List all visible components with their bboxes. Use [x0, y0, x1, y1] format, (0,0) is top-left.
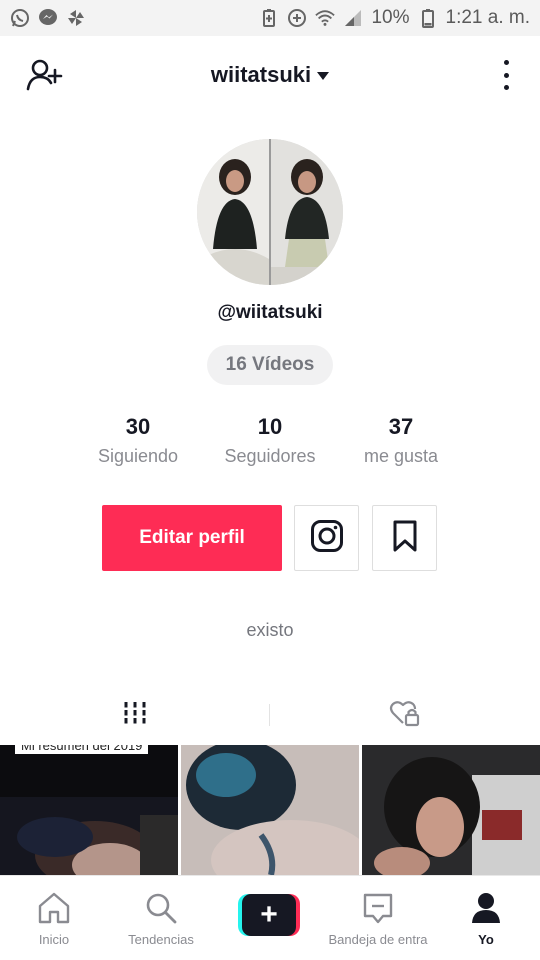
search-icon — [143, 890, 179, 926]
nav-home-label: Inicio — [38, 932, 70, 947]
stat-followers-label: Seguidores — [224, 446, 316, 466]
favorites-button[interactable] — [372, 505, 437, 571]
stat-followers[interactable]: 10 Seguidores — [195, 412, 345, 467]
add-user-icon[interactable] — [26, 58, 64, 92]
profile-header: wiitatsuki — [0, 36, 540, 114]
nav-create[interactable]: + — [236, 876, 302, 960]
data-saver-icon — [287, 8, 307, 28]
profile-stats: 30 Siguiendo 10 Seguidores 37 me gusta — [0, 412, 540, 476]
chevron-down-icon — [317, 72, 330, 80]
nav-inbox[interactable]: Bandeja de entra — [318, 876, 438, 960]
grid-icon — [122, 700, 148, 731]
messenger-icon — [38, 8, 58, 28]
video-caption: Mi resumen del 2019 — [15, 745, 149, 754]
profile-icon — [468, 890, 504, 926]
whatsapp-icon — [10, 8, 30, 28]
home-icon — [36, 890, 72, 926]
signal-icon — [343, 8, 363, 28]
nav-home[interactable]: Inicio — [18, 876, 90, 960]
header-username: wiitatsuki — [210, 62, 312, 87]
status-bar-left — [10, 8, 86, 28]
stat-likes-value: 37 — [388, 414, 414, 439]
status-bar-right: 10% 1:21 a. m. — [259, 7, 530, 29]
status-bar: 10% 1:21 a. m. — [0, 0, 540, 36]
wifi-icon — [315, 8, 336, 28]
videos-count-badge: 16 Vídeos — [207, 345, 333, 385]
battery-saver-icon — [259, 8, 279, 28]
stat-following-value: 30 — [125, 414, 151, 439]
content-tabs — [0, 690, 540, 740]
video-thumbnail[interactable] — [362, 745, 540, 875]
liked-lock-icon — [389, 699, 421, 732]
bottom-navigation: Inicio Tendencias + Bandeja de entra Yo — [0, 875, 540, 960]
nav-discover[interactable]: Tendencias — [118, 876, 204, 960]
video-thumbnail[interactable] — [181, 745, 359, 875]
video-thumbnail[interactable]: Mi resumen del 2019 — [0, 745, 178, 875]
stat-likes[interactable]: 37 me gusta — [326, 412, 476, 467]
inbox-icon — [360, 890, 396, 926]
stat-following[interactable]: 30 Siguiendo — [63, 412, 213, 467]
more-options-icon[interactable] — [502, 60, 510, 90]
stat-followers-value: 10 — [257, 414, 283, 439]
nav-discover-label: Tendencias — [128, 932, 194, 947]
bookmark-icon — [392, 520, 418, 557]
nav-profile-label: Yo — [478, 932, 494, 947]
battery-percentage: 10% — [371, 7, 410, 28]
instagram-button[interactable] — [294, 505, 359, 571]
create-icon: + — [238, 894, 300, 936]
nav-inbox-label: Bandeja de entra — [328, 932, 428, 947]
video-grid: Mi resumen del 2019 — [0, 745, 540, 875]
tab-videos[interactable] — [0, 690, 270, 740]
battery-icon — [418, 8, 438, 28]
stat-likes-label: me gusta — [363, 446, 439, 466]
edit-profile-button[interactable]: Editar perfil — [102, 505, 282, 571]
status-time: 1:21 a. m. — [445, 7, 531, 28]
profile-handle: @wiitatsuki — [217, 302, 323, 323]
account-switcher[interactable]: wiitatsuki — [210, 62, 330, 88]
stat-following-label: Siguiendo — [97, 446, 179, 466]
avatar[interactable] — [197, 139, 343, 285]
profile-bio: existo — [246, 620, 294, 640]
instagram-icon — [310, 519, 344, 558]
nav-profile[interactable]: Yo — [462, 876, 510, 960]
pinwheel-icon — [66, 8, 86, 28]
tab-liked-private[interactable] — [270, 690, 540, 740]
